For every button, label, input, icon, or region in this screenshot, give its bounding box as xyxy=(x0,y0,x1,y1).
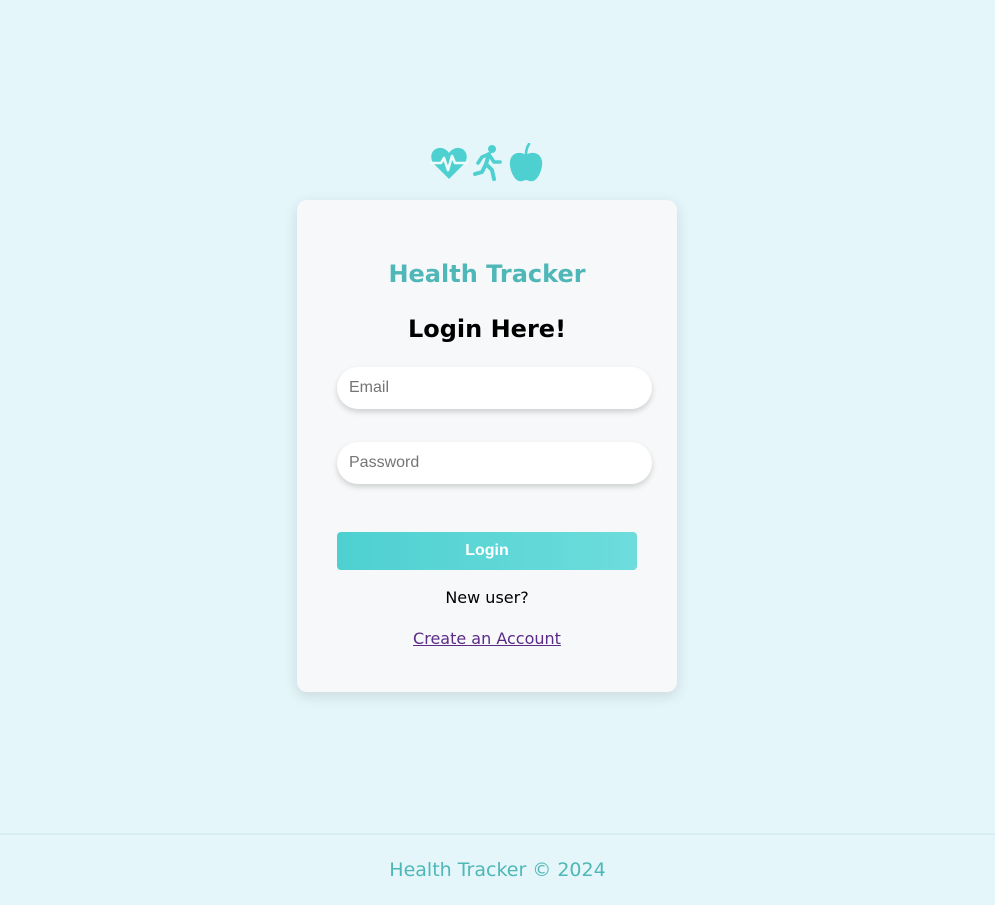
create-account-link[interactable]: Create an Account xyxy=(413,629,561,648)
header-icons xyxy=(430,143,544,183)
login-card: Health Tracker Login Here! Login New use… xyxy=(297,200,677,692)
new-user-text: New user? xyxy=(445,588,529,607)
login-button[interactable]: Login xyxy=(337,532,637,570)
email-input[interactable] xyxy=(337,367,652,409)
login-heading: Login Here! xyxy=(407,315,567,343)
password-input[interactable] xyxy=(337,442,652,484)
apple-icon xyxy=(509,143,543,182)
running-icon xyxy=(473,145,502,181)
brand-title: Health Tracker xyxy=(388,260,586,288)
footer-text: Health Tracker © 2024 xyxy=(389,859,606,881)
heartbeat-icon xyxy=(430,147,468,179)
footer: Health Tracker © 2024 xyxy=(0,833,995,892)
create-account-row: Create an Account xyxy=(297,628,677,650)
